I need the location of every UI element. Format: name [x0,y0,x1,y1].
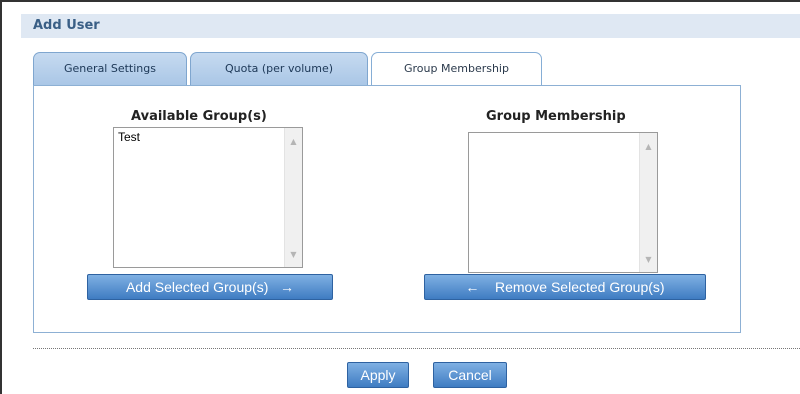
button-label: Remove Selected Group(s) [494,279,665,295]
tab-label: Group Membership [404,62,509,75]
scroll-up-icon[interactable]: ▲ [640,139,657,155]
available-groups-title: Available Group(s) [131,109,267,124]
tab-label: General Settings [64,62,156,75]
group-membership-list[interactable]: ▲ ▼ [468,132,658,273]
scroll-down-icon[interactable]: ▼ [640,252,657,268]
tab-label: Quota (per volume) [224,62,333,75]
apply-button[interactable]: Apply [347,362,409,388]
window-top-border [0,0,800,9]
tab-group-membership[interactable]: Group Membership [371,52,542,88]
dialog-header: Add User [21,14,800,38]
add-selected-groups-button[interactable]: Add Selected Group(s) → [87,274,333,300]
button-label: Add Selected Group(s) [125,279,269,295]
cancel-button[interactable]: Cancel [433,362,507,388]
footer-divider [33,348,800,349]
scrollbar[interactable]: ▲ ▼ [639,133,657,272]
arrow-left-icon: ← [465,279,480,295]
available-groups-list[interactable]: Test ▲ ▼ [113,127,303,268]
tab-quota[interactable]: Quota (per volume) [190,52,368,86]
arrow-right-icon: → [280,279,295,295]
dialog-title: Add User [33,18,100,33]
window-left-border [0,0,2,394]
tab-panel: Available Group(s) Test ▲ ▼ Add Selected… [33,85,741,333]
scroll-down-icon[interactable]: ▼ [285,247,302,263]
button-label: Cancel [448,367,492,383]
list-item[interactable]: Test [118,130,140,144]
tab-general-settings[interactable]: General Settings [33,52,187,86]
button-label: Apply [360,367,396,383]
scroll-up-icon[interactable]: ▲ [285,134,302,150]
group-membership-title: Group Membership [486,109,626,124]
remove-selected-groups-button[interactable]: ← Remove Selected Group(s) [424,274,706,300]
scrollbar[interactable]: ▲ ▼ [284,128,302,267]
